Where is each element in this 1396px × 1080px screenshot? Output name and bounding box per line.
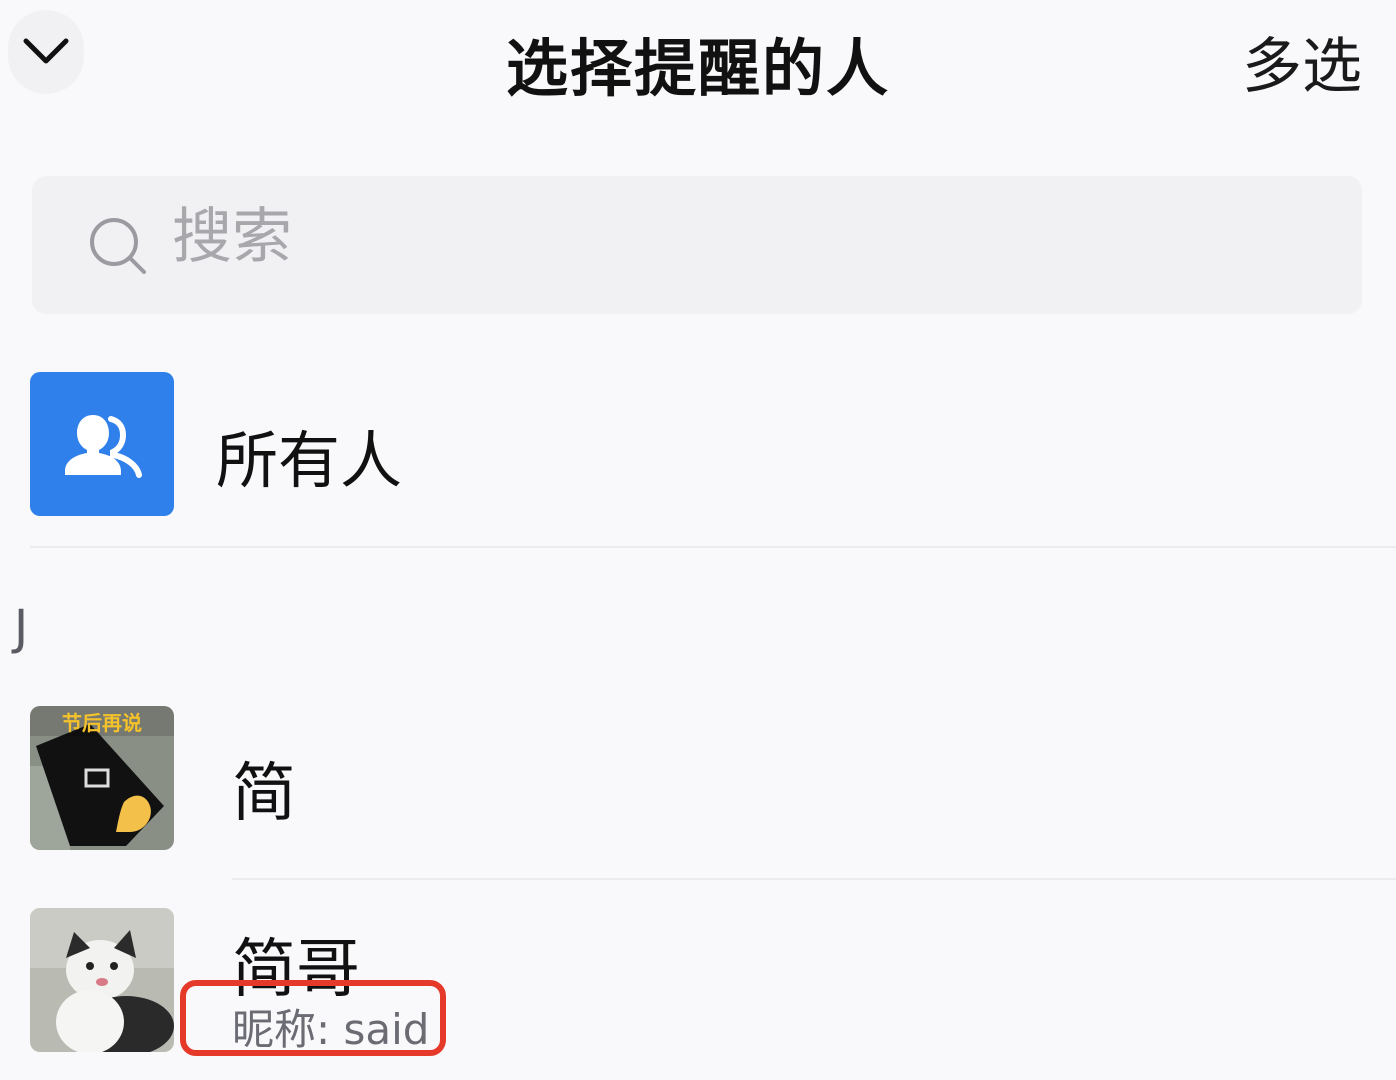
avatar [30,908,174,1052]
everyone-label: 所有人 [216,424,403,497]
page-title: 选择提醒的人 [505,32,890,105]
avatar-caption: 节后再说 [62,711,142,735]
avatar-image [30,908,174,1052]
divider [232,878,1396,880]
header-bar: 选择提醒的人 多选 [0,0,1396,120]
contact-name: 简 [232,757,296,831]
contact-nickname: 昵称: said [232,1005,430,1054]
list-item-everyone[interactable]: 所有人 [0,372,1396,518]
avatar: 节后再说 [30,706,174,850]
search-icon [90,218,146,274]
search-input[interactable] [172,202,772,272]
section-letter: J [14,600,29,656]
group-user-icon [65,415,142,478]
divider [30,546,1396,548]
avatar-image: 节后再说 [30,706,174,850]
multi-select-button[interactable]: 多选 [1242,18,1362,105]
search-bar[interactable] [32,176,1362,314]
everyone-avatar [30,372,174,516]
contact-row[interactable]: 节后再说 简 [0,706,1396,852]
